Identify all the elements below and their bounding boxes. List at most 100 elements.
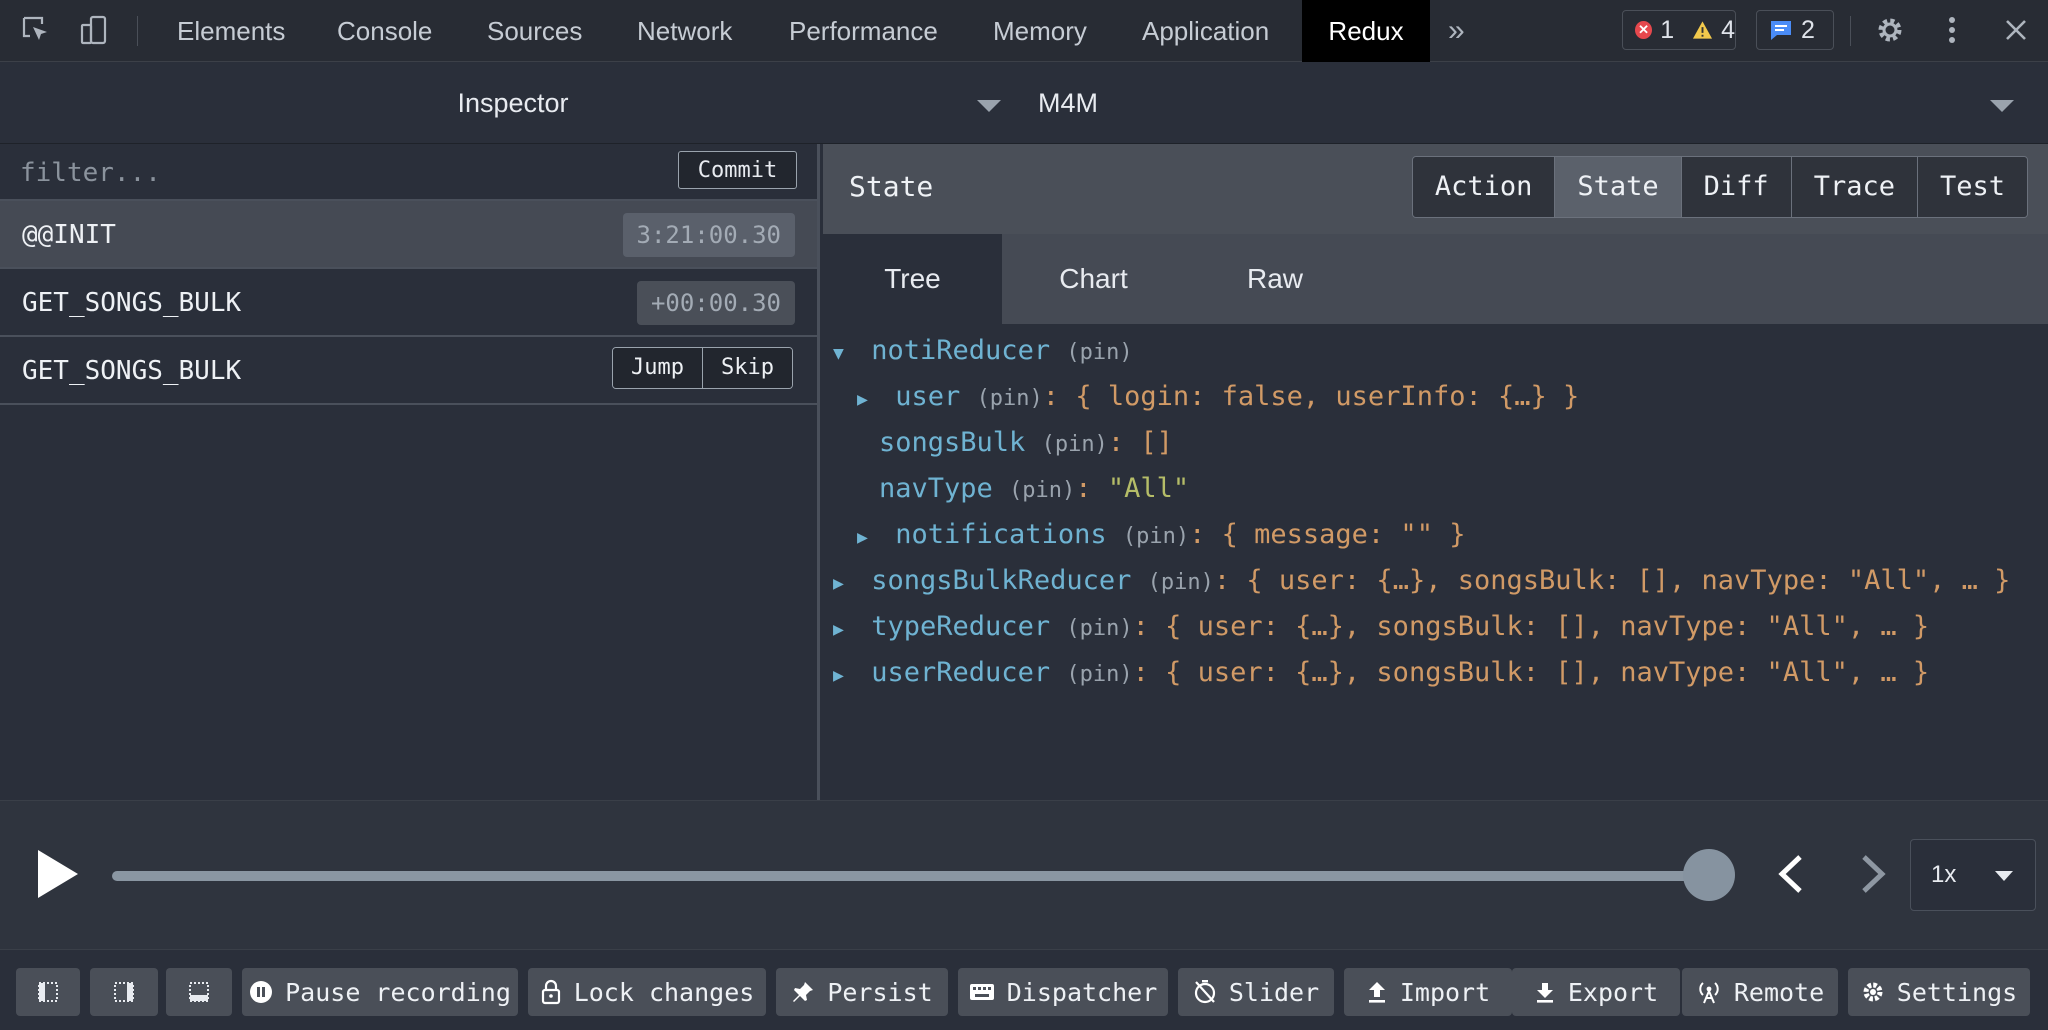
action-name: GET_SONGS_BULK [22,288,242,318]
tree-node-user-reducer[interactable]: ▶ userReducer (pin): { user: {…}, songsB… [833,650,1929,696]
tab-trace[interactable]: Trace [1790,157,1917,217]
playback-speed-select[interactable]: 1x [1910,839,2036,911]
tab-tree[interactable]: Tree [823,234,1002,324]
more-options-icon[interactable] [1934,12,1970,48]
tree-value: { user: {…}, songsBulk: [], navType: "Al… [1165,657,1930,688]
caret-right-icon[interactable]: ▶ [857,515,879,561]
pause-label: Pause recording [285,977,511,1007]
settings-button[interactable]: Settings [1848,968,2030,1016]
devtools-tab-bar: Elements Console Sources Network Perform… [0,0,2048,62]
persist-label: Persist [827,977,933,1007]
remote-button[interactable]: Remote [1682,968,1838,1016]
inspector-monitor-select[interactable]: Inspector [0,62,1034,144]
tree-value: "All" [1107,473,1190,504]
jump-button[interactable]: Jump [613,348,703,388]
tab-raw[interactable]: Raw [1185,234,1365,324]
caret-down-icon[interactable]: ▼ [833,331,855,377]
issues-counter[interactable]: ✕ 1 4 [1622,10,1736,50]
pin-button[interactable]: (pin) [1066,662,1132,687]
caret-right-icon[interactable]: ▶ [833,607,855,653]
tree-value: { user: {…}, songsBulk: [], navType: "Al… [1246,565,2011,596]
slider-toggle-button[interactable]: Slider [1178,968,1334,1016]
settings-gear-icon[interactable] [1872,12,1908,48]
device-toolbar-icon[interactable] [76,12,112,48]
tab-memory[interactable]: Memory [993,0,1087,62]
inspect-element-icon[interactable] [18,12,54,48]
tree-node-noti-reducer[interactable]: ▼ notiReducer (pin) [833,328,1133,374]
tab-network[interactable]: Network [637,0,732,62]
monitor-header: Inspector M4M [0,62,2048,144]
close-icon[interactable] [1998,12,2034,48]
play-button[interactable] [36,848,80,900]
pin-button[interactable]: (pin) [1066,340,1132,365]
tab-performance[interactable]: Performance [789,0,938,62]
slider-thumb[interactable] [1683,849,1735,901]
tab-diff[interactable]: Diff [1680,157,1791,217]
skip-button[interactable]: Skip [702,348,792,388]
chevron-down-icon[interactable] [977,100,1001,112]
pin-button[interactable]: (pin) [1148,570,1214,595]
more-tabs-button[interactable]: » [1448,0,1465,62]
tab-elements[interactable]: Elements [177,0,285,62]
pin-button[interactable]: (pin) [1123,524,1189,549]
tab-console[interactable]: Console [337,0,432,62]
action-item-get-songs-bulk[interactable]: GET_SONGS_BULK +00:00.30 [0,269,817,337]
pin-button[interactable]: (pin) [1066,616,1132,641]
m4m-monitor-select[interactable]: M4M [1034,62,2026,144]
lock-changes-button[interactable]: Lock changes [528,968,766,1016]
step-forward-button[interactable] [1846,849,1896,899]
persist-button[interactable]: Persist [776,968,948,1016]
pin-button[interactable]: (pin) [977,386,1043,411]
tab-chart[interactable]: Chart [1002,234,1185,324]
tree-node-type-reducer[interactable]: ▶ typeReducer (pin): { user: {…}, songsB… [833,604,1929,650]
tree-key: navType [879,473,993,504]
dispatcher-label: Dispatcher [1006,977,1158,1007]
pause-recording-button[interactable]: Pause recording [242,968,518,1016]
tree-key: user [895,381,961,412]
tab-sources[interactable]: Sources [487,0,582,62]
tree-node-songs-bulk-reducer[interactable]: ▶ songsBulkReducer (pin): { user: {…}, s… [833,558,2010,604]
keyboard-icon [969,984,994,1000]
dock-left-button[interactable] [16,968,80,1016]
filter-input[interactable] [20,154,660,192]
action-item-get-songs-bulk-hover[interactable]: GET_SONGS_BULK Jump Skip [0,337,817,405]
panel-header: State Action State Diff Trace Test [823,144,2048,234]
inspector-label: Inspector [457,88,569,118]
tree-node-notifications[interactable]: ▶ notifications (pin): { message: "" } [857,512,1465,558]
dock-right-icon [114,982,134,1002]
dock-bottom-button[interactable] [166,968,232,1016]
tab-redux[interactable]: Redux [1302,0,1430,62]
tab-action[interactable]: Action [1412,157,1555,217]
tab-state[interactable]: State [1554,157,1681,217]
action-item-init[interactable]: @@INIT 3:21:00.30 [0,201,817,269]
tree-key: songsBulk [879,427,1026,458]
tree-value: { message: "" } [1221,519,1466,550]
commit-button[interactable]: Commit [678,151,797,189]
chevron-down-icon[interactable] [1990,100,2014,112]
pin-button[interactable]: (pin) [1042,432,1108,457]
bottom-toolbar: Pause recording Lock changes Persist Dis… [0,950,2048,1030]
import-button[interactable]: Import [1344,968,1512,1016]
tree-node-user[interactable]: ▶ user (pin): { login: false, userInfo: … [857,374,1579,420]
caret-right-icon[interactable]: ▶ [833,653,855,699]
caret-right-icon[interactable]: ▶ [857,377,879,423]
action-timestamp: 3:21:00.30 [622,213,795,257]
pin-button[interactable]: (pin) [1009,478,1075,503]
jump-skip-group: Jump Skip [612,347,793,389]
caret-right-icon[interactable]: ▶ [833,561,855,607]
step-back-button[interactable] [1768,849,1818,899]
tree-key: notiReducer [871,335,1051,366]
messages-counter[interactable]: 2 [1756,10,1834,50]
dispatcher-button[interactable]: Dispatcher [958,968,1168,1016]
slider-track[interactable] [112,871,1710,881]
tab-test[interactable]: Test [1916,157,2027,217]
error-icon: ✕ [1635,21,1653,39]
tree-key: typeReducer [871,611,1051,642]
dock-right-button[interactable] [90,968,158,1016]
tab-application[interactable]: Application [1142,0,1269,62]
export-button[interactable]: Export [1512,968,1680,1016]
filter-row: Commit [0,144,817,201]
message-icon [1771,21,1791,40]
action-name: GET_SONGS_BULK [22,356,242,386]
time-travel-slider: 1x [0,800,2048,950]
